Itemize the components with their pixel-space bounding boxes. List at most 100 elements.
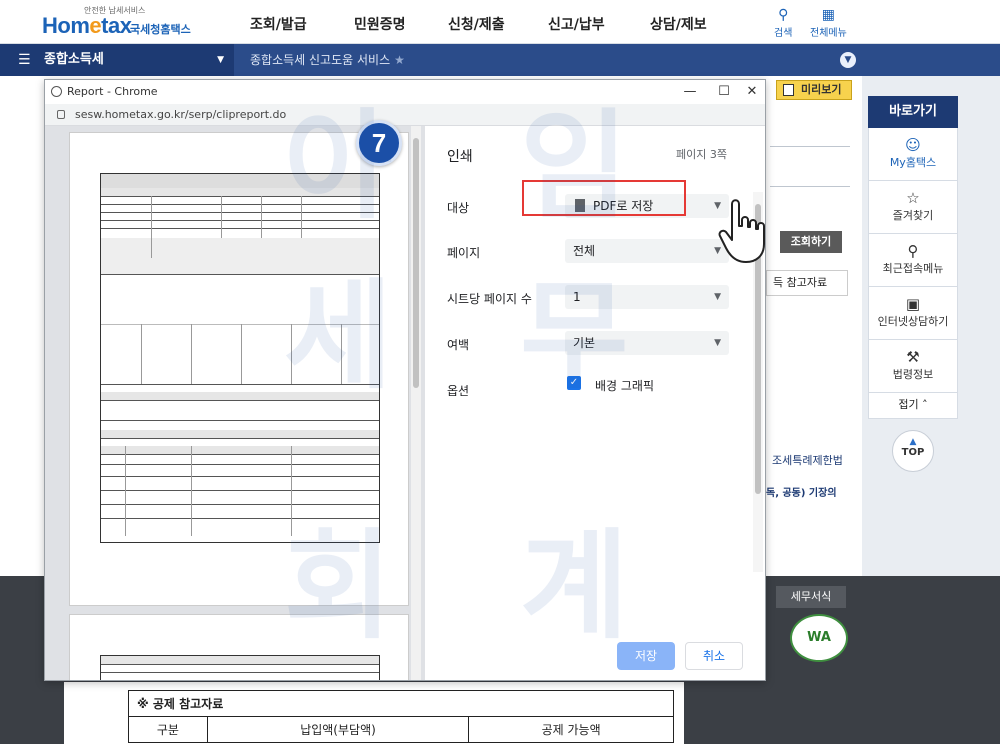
margins-select[interactable]: 기본 ▼: [565, 331, 729, 355]
top-button[interactable]: ▲ TOP: [892, 430, 934, 472]
site-header: 안전한 납세서비스 Hometax 국세청홈택스 조회/발급 민원증명 신청/제…: [0, 0, 1000, 44]
window-title: Report - Chrome: [67, 85, 158, 98]
report-form-title: [101, 174, 379, 188]
lookup-button[interactable]: 조회하기: [780, 231, 842, 253]
destination-label: 대상: [447, 201, 470, 215]
section-label: 종합소득세: [44, 52, 104, 67]
print-preview[interactable]: [45, 126, 425, 680]
margins-value: 기본: [573, 336, 596, 350]
background-graphics-label: 배경 그래픽: [595, 379, 655, 393]
chevron-down-icon: ▼: [217, 55, 224, 65]
preview-scrollbar[interactable]: [411, 126, 421, 680]
divider: [770, 186, 850, 187]
fold-button[interactable]: 접기 ˄: [868, 393, 958, 419]
expand-icon[interactable]: ▼: [840, 52, 856, 68]
search-label: 검색: [774, 28, 793, 39]
table-header: 납입액(부담액): [206, 716, 470, 743]
pages-value: 전체: [573, 244, 596, 258]
lock-icon: [57, 110, 65, 119]
save-button[interactable]: 저장: [617, 642, 675, 670]
menu-item-inquiry[interactable]: 조회/발급: [250, 14, 307, 34]
hand-cursor-icon: [718, 199, 765, 263]
tax-limit-link[interactable]: 조세특례제한법: [772, 452, 843, 468]
address-bar[interactable]: sesw.hometax.go.kr/serp/clipreport.do: [45, 104, 765, 126]
arrow-up-icon: ▲: [909, 437, 917, 447]
url-text: sesw.hometax.go.kr/serp/clipreport.do: [75, 108, 287, 121]
options-label: 옵션: [447, 384, 470, 398]
report-form-page-2: [100, 655, 380, 680]
nav-bar: ☰ 종합소득세 ▼ 종합소득세 신고도움 서비스 ★ ▼: [0, 44, 1000, 76]
preview-page-2: [69, 614, 409, 680]
quick-link-label: 즐겨찾기: [892, 209, 934, 222]
quick-link-my-hometax[interactable]: ☺ My홈택스: [868, 128, 958, 181]
close-button[interactable]: ✕: [737, 80, 765, 104]
per-sheet-value: 1: [573, 290, 581, 304]
grid-icon: ▦: [821, 7, 836, 23]
reference-tab[interactable]: 득 참고자료: [766, 270, 848, 296]
all-menu-label: 전체메뉴: [810, 28, 847, 39]
menu-item-consult[interactable]: 상담/제보: [650, 14, 707, 34]
pages-label: 페이지: [447, 246, 481, 260]
chevron-down-icon: ▼: [714, 338, 721, 348]
chrome-icon: [51, 86, 62, 97]
person-icon: ☺: [905, 136, 921, 154]
quick-link-label: My홈택스: [889, 156, 937, 169]
hamburger-icon: ☰: [18, 52, 31, 68]
print-dialog: Report - Chrome — ☐ ✕ sesw.hometax.go.kr…: [44, 79, 766, 681]
window-titlebar: Report - Chrome: [45, 80, 765, 104]
breadcrumb[interactable]: 종합소득세 신고도움 서비스 ★: [250, 44, 405, 76]
minimize-button[interactable]: —: [675, 80, 705, 104]
pages-select[interactable]: 전체 ▼: [565, 239, 729, 263]
background-graphics-checkbox[interactable]: ✓: [567, 376, 581, 390]
top-label: TOP: [901, 447, 925, 458]
star-icon[interactable]: ★: [394, 53, 405, 67]
logo-subtitle: 국세청홈택스: [130, 23, 191, 36]
quick-link-label: 최근접속메뉴: [882, 262, 944, 275]
preview-button[interactable]: 미리보기: [776, 80, 852, 100]
cancel-button[interactable]: 취소: [685, 642, 743, 670]
quick-links: 바로가기 ☺ My홈택스 ☆ 즐겨찾기 ⚲ 최근접속메뉴 ▣ 인터넷상담하기 ⚒…: [868, 96, 958, 419]
preview-label: 미리보기: [801, 83, 842, 96]
note-text: 독, 공동) 기장의: [766, 488, 837, 499]
quick-link-favorites[interactable]: ☆ 즐겨찾기: [868, 181, 958, 234]
print-title: 인쇄: [447, 149, 473, 165]
chevron-down-icon: ▼: [714, 292, 721, 302]
step-badge: 7: [356, 120, 402, 166]
table-header: 공제 가능액: [468, 716, 674, 743]
quick-link-law[interactable]: ⚒ 법령정보: [868, 340, 958, 393]
hometax-logo[interactable]: 안전한 납세서비스 Hometax 국세청홈택스: [42, 5, 202, 39]
star-icon: ☆: [906, 189, 920, 207]
maximize-button[interactable]: ☐: [709, 80, 739, 104]
section-selector[interactable]: ☰ 종합소득세 ▼: [0, 44, 234, 76]
quick-link-label: 인터넷상담하기: [877, 315, 949, 328]
menu-item-application[interactable]: 신청/제출: [448, 14, 505, 34]
table-header: 구분: [128, 716, 208, 743]
quick-link-recent[interactable]: ⚲ 최근접속메뉴: [868, 234, 958, 287]
scrollbar-thumb[interactable]: [413, 138, 419, 388]
tax-forms-button[interactable]: 세무서식: [776, 586, 846, 608]
quick-link-consult[interactable]: ▣ 인터넷상담하기: [868, 287, 958, 340]
chevron-up-icon: ˄: [922, 398, 928, 411]
monitor-icon: ▣: [905, 295, 921, 313]
margins-label: 여백: [447, 338, 470, 352]
table-title: ※ 공제 참고자료: [128, 690, 674, 717]
menu-item-certificate[interactable]: 민원증명: [354, 14, 406, 34]
all-menu-button[interactable]: ▦ 전체메뉴: [810, 6, 847, 39]
search-icon: ⚲: [778, 7, 789, 23]
per-sheet-label: 시트당 페이지 수: [447, 292, 532, 306]
report-form: [100, 173, 380, 543]
recent-icon: ⚲: [907, 242, 919, 260]
quick-links-title: 바로가기: [868, 96, 958, 128]
document-icon: [783, 84, 794, 96]
menu-item-filing[interactable]: 신고/납부: [548, 14, 605, 34]
per-sheet-select[interactable]: 1 ▼: [565, 285, 729, 309]
quick-link-label: 법령정보: [892, 368, 934, 381]
divider: [770, 146, 850, 147]
deduction-table: ※ 공제 참고자료 구분 납입액(부담액) 공제 가능액: [128, 690, 674, 743]
destination-highlight: [522, 180, 686, 216]
web-accessibility-mark: WA: [790, 614, 848, 662]
logo-brand: Hometax: [42, 13, 132, 38]
search-button[interactable]: ⚲ 검색: [774, 6, 792, 39]
breadcrumb-label: 종합소득세 신고도움 서비스: [250, 53, 391, 67]
preview-page-1: [69, 132, 409, 606]
